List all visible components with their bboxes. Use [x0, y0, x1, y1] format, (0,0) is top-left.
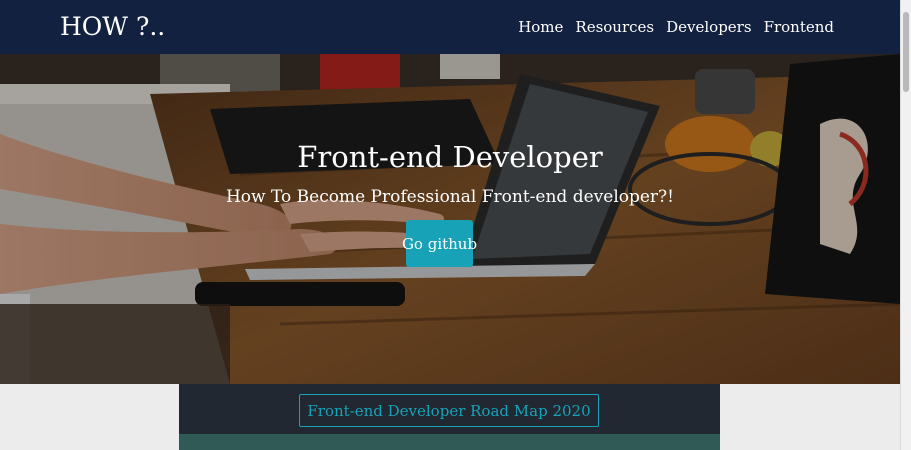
nav-link-frontend[interactable]: Frontend: [764, 18, 834, 36]
nav-links: Home Resources Developers Frontend: [518, 0, 834, 54]
roadmap-button[interactable]: Front-end Developer Road Map 2020: [299, 394, 599, 427]
roadmap-section: Front-end Developer Road Map 2020: [179, 384, 720, 450]
scrollbar-thumb[interactable]: [903, 12, 909, 92]
nav-link-home[interactable]: Home: [518, 18, 563, 36]
hero-section: Front-end Developer How To Become Profes…: [0, 54, 900, 384]
navbar: HOW ?.. Home Resources Developers Fronte…: [0, 0, 900, 54]
nav-link-developers[interactable]: Developers: [666, 18, 751, 36]
hero-title: Front-end Developer: [297, 140, 603, 174]
brand-logo[interactable]: HOW ?..: [60, 10, 165, 44]
nav-link-resources[interactable]: Resources: [575, 18, 654, 36]
go-github-button[interactable]: Go github: [402, 220, 477, 267]
hero-dark-overlay: [0, 54, 900, 384]
vertical-scrollbar[interactable]: [900, 0, 911, 450]
roadmap-strip: [179, 434, 720, 450]
hero-subtitle: How To Become Professional Front-end dev…: [225, 187, 675, 207]
